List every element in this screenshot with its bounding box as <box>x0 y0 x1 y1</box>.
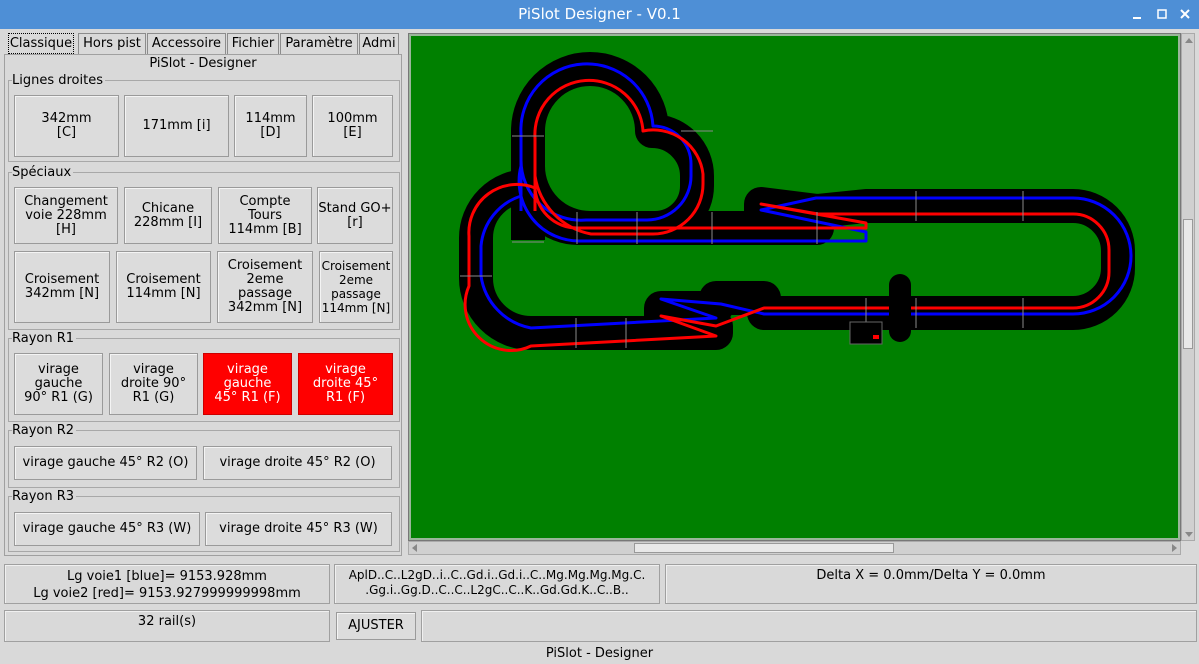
pit-stand-marker <box>873 335 879 339</box>
section-legend: Spéciaux <box>12 165 74 180</box>
crossing-second-pass-114-button[interactable]: Croisement 2eme passage 114mm [N] <box>319 251 393 323</box>
rail-count-box: 32 rail(s) <box>4 610 330 642</box>
vertical-scroll-thumb[interactable] <box>1183 219 1193 349</box>
lane-length-red: Lg voie2 [red]= 9153.927999999998mm <box>33 586 301 601</box>
pit-stand-entry <box>889 274 911 342</box>
tab-label: Accessoire <box>151 36 222 51</box>
lane-change-button[interactable]: Changement voie 228mm [H] <box>14 187 118 244</box>
horizontal-scroll-thumb[interactable] <box>634 543 894 553</box>
curve-left-90-r1-button[interactable]: virage gauche 90° R1 (G) <box>14 353 103 415</box>
adjust-button[interactable]: AJUSTER <box>336 612 416 640</box>
tab-label: Classique <box>9 36 73 51</box>
track-sequence-box: AplD..C..L2gD..i..C..Gd.i..Gd.i..C..Mg.M… <box>334 564 660 604</box>
crossing-second-pass-342-button[interactable]: Croisement 2eme passage 342mm [N] <box>217 251 313 323</box>
delta-box: Delta X = 0.0mm/Delta Y = 0.0mm <box>665 564 1197 604</box>
straight-171-button[interactable]: 171mm [i] <box>124 95 229 157</box>
crossing-114-button[interactable]: Croisement 114mm [N] <box>116 251 211 323</box>
straight-100-button[interactable]: 100mm [E] <box>312 95 393 157</box>
info-box <box>421 610 1197 642</box>
pit-stand <box>849 321 883 345</box>
maximize-icon[interactable] <box>1154 6 1170 22</box>
chicane-button[interactable]: Chicane 228mm [I] <box>124 187 212 244</box>
curve-right-45-r3-button[interactable]: virage droite 45° R3 (W) <box>205 512 392 546</box>
curve-left-45-r2-button[interactable]: virage gauche 45° R2 (O) <box>14 446 197 480</box>
lap-counter-button[interactable]: Compte Tours 114mm [B] <box>218 187 312 244</box>
scroll-down-icon[interactable] <box>1183 528 1195 538</box>
scroll-up-icon[interactable] <box>1183 35 1195 45</box>
straight-342-button[interactable]: 342mm [C] <box>14 95 119 157</box>
scroll-left-icon[interactable] <box>410 542 420 554</box>
curve-left-45-r1-button[interactable]: virage gauche 45° R1 (F) <box>203 353 292 415</box>
crossing-342-button[interactable]: Croisement 342mm [N] <box>14 251 110 323</box>
scroll-right-icon[interactable] <box>1169 542 1179 554</box>
tab-parametre[interactable]: Paramètre <box>280 33 358 54</box>
window-title: PiSlot Designer - V0.1 <box>518 5 681 23</box>
curve-right-45-r2-button[interactable]: virage droite 45° R2 (O) <box>203 446 392 480</box>
window-title-bar: PiSlot Designer - V0.1 <box>0 0 1199 29</box>
lane-length-blue: Lg voie1 [blue]= 9153.928mm <box>67 569 267 584</box>
track-drawing <box>459 52 1135 352</box>
delta-readout: Delta X = 0.0mm/Delta Y = 0.0mm <box>816 568 1046 583</box>
section-legend: Lignes droites <box>12 73 105 88</box>
tab-admin[interactable]: Admi <box>359 33 399 54</box>
close-icon[interactable] <box>1177 6 1193 22</box>
footer-label: PiSlot - Designer <box>545 646 654 661</box>
section-legend: Rayon R3 <box>12 489 77 504</box>
tab-hors-piste[interactable]: Hors pist <box>78 33 146 54</box>
tab-classique[interactable]: Classique <box>8 33 74 54</box>
tab-label: Paramètre <box>285 36 353 51</box>
tab-label: Admi <box>362 36 396 51</box>
vertical-scrollbar[interactable] <box>1181 33 1195 541</box>
section-legend: Rayon R2 <box>12 423 77 438</box>
tab-fichier[interactable]: Fichier <box>227 33 279 54</box>
stand-go-button[interactable]: Stand GO+ [r] <box>317 187 393 244</box>
section-legend: Rayon R1 <box>12 331 77 346</box>
lane-lengths-box: Lg voie1 [blue]= 9153.928mm Lg voie2 [re… <box>4 564 330 604</box>
tab-accessoire[interactable]: Accessoire <box>147 33 226 54</box>
horizontal-scrollbar[interactable] <box>408 541 1181 555</box>
track-canvas[interactable] <box>411 36 1178 538</box>
tab-label: Fichier <box>231 36 275 51</box>
track-sequence-line: AplD..C..L2gD..i..C..Gd.i..Gd.i..C..Mg.M… <box>348 568 646 582</box>
curve-right-45-r1-button[interactable]: virage droite 45° R1 (F) <box>298 353 393 415</box>
track-sequence-line: .Gg.i..Gg.D..C..C..L2gC..C..K..Gd.Gd.K..… <box>365 583 629 597</box>
curve-left-45-r3-button[interactable]: virage gauche 45° R3 (W) <box>14 512 200 546</box>
straight-114-button[interactable]: 114mm [D] <box>234 95 307 157</box>
curve-right-90-r1-button[interactable]: virage droite 90° R1 (G) <box>109 353 198 415</box>
minimize-icon[interactable] <box>1129 6 1145 22</box>
panel-title: PiSlot - Designer <box>149 56 257 71</box>
tab-label: Hors pist <box>83 36 141 51</box>
rail-count: 32 rail(s) <box>137 614 197 629</box>
